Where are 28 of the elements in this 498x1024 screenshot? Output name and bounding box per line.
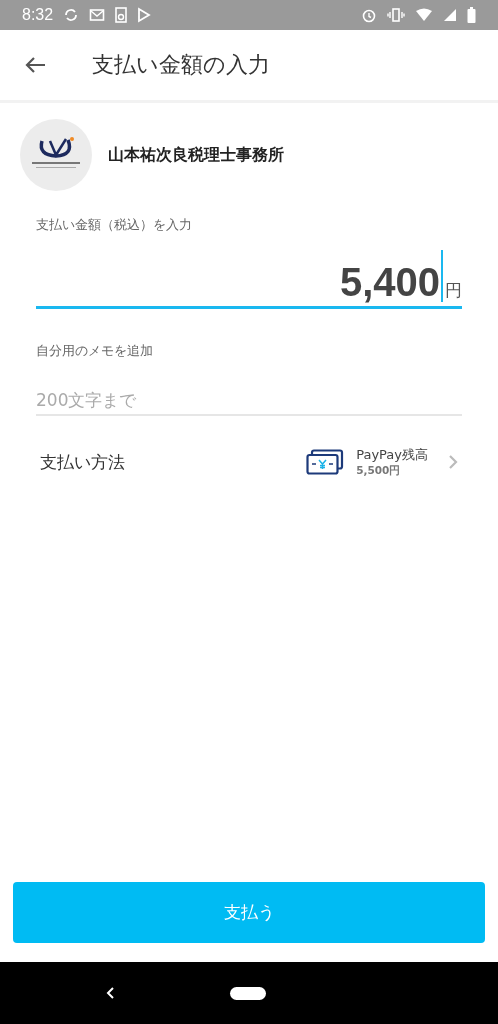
vibrate-icon — [387, 8, 405, 22]
payment-method-label: 支払い方法 — [40, 450, 125, 474]
home-pill[interactable] — [230, 986, 266, 1000]
mail-icon — [89, 8, 106, 22]
payment-method-name: PayPay残高 — [356, 446, 428, 464]
banknote-icon — [306, 449, 345, 475]
merchant-logo-icon — [20, 119, 92, 191]
screen-title: 支払い金額の入力 — [92, 51, 270, 79]
wifi-icon — [415, 8, 433, 22]
battery-icon — [467, 7, 476, 23]
currency-unit: 円 — [445, 279, 462, 302]
memo-label: 自分用のメモを追加 — [36, 343, 154, 360]
signal-icon — [443, 8, 457, 22]
merchant-name: 山本祐次良税理士事務所 — [108, 144, 284, 166]
amount-value: 5,400 — [339, 262, 440, 302]
chevron-right-icon — [448, 454, 458, 470]
balance-amount: 5,500円 — [356, 464, 402, 478]
payment-method-row[interactable]: 支払い方法 PayPay残高 5,500円 — [0, 416, 498, 478]
back-arrow-icon — [24, 56, 46, 74]
sync-icon — [63, 7, 80, 23]
alarm-icon — [361, 7, 377, 23]
amount-label: 支払い金額（税込）を入力 — [36, 217, 193, 234]
play-store-icon — [137, 7, 152, 23]
status-time: 8:32 — [22, 6, 54, 24]
amount-input-field[interactable]: 5,400 円 — [36, 248, 462, 309]
back-nav-icon[interactable] — [105, 986, 115, 1000]
speaker-icon — [115, 7, 128, 23]
text-cursor — [441, 250, 443, 302]
